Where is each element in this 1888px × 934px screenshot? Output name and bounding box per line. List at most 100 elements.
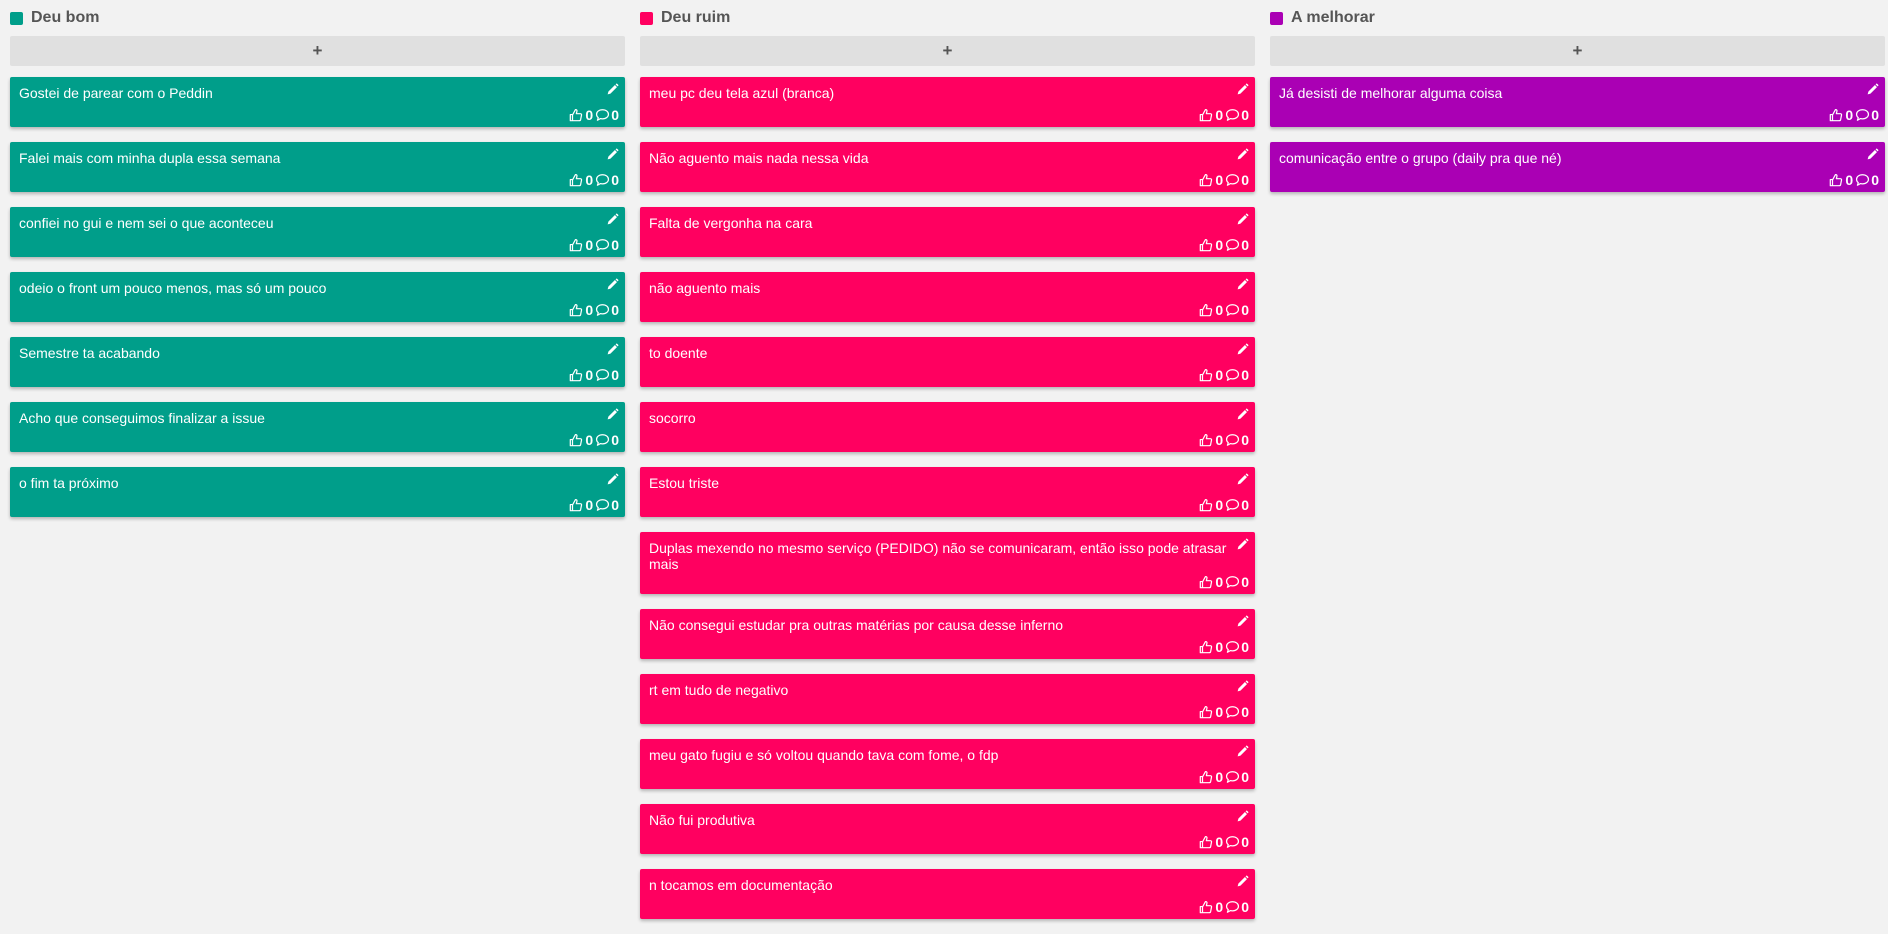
pencil-icon[interactable]: [1236, 278, 1249, 291]
pencil-icon[interactable]: [1236, 343, 1249, 356]
retro-card[interactable]: socorro 0 0: [640, 402, 1255, 452]
comment-icon[interactable]: [595, 108, 610, 122]
comment-icon[interactable]: [1855, 108, 1870, 122]
retro-card[interactable]: n tocamos em documentação 0 0: [640, 869, 1255, 919]
comment-icon[interactable]: [595, 173, 610, 187]
comment-icon[interactable]: [595, 433, 610, 447]
comment-icon[interactable]: [1225, 900, 1240, 914]
comment-icon[interactable]: [1225, 238, 1240, 252]
comment-icon[interactable]: [595, 498, 610, 512]
pencil-icon[interactable]: [1236, 473, 1249, 486]
card-footer: 00: [1199, 497, 1249, 513]
pencil-icon[interactable]: [606, 343, 619, 356]
retro-card[interactable]: Não consegui estudar pra outras matérias…: [640, 609, 1255, 659]
retro-card[interactable]: Estou triste 0 0: [640, 467, 1255, 517]
retro-card[interactable]: Duplas mexendo no mesmo serviço (PEDIDO)…: [640, 532, 1255, 594]
pencil-icon[interactable]: [606, 278, 619, 291]
thumbs-up-icon[interactable]: [1199, 498, 1213, 512]
thumbs-up-icon[interactable]: [1199, 575, 1213, 589]
comment-count: 0: [611, 497, 619, 513]
thumbs-up-icon[interactable]: [569, 108, 583, 122]
pencil-icon[interactable]: [1236, 213, 1249, 226]
thumbs-up-icon[interactable]: [1829, 173, 1843, 187]
thumbs-up-icon[interactable]: [1199, 433, 1213, 447]
thumbs-up-icon[interactable]: [1199, 640, 1213, 654]
comment-icon[interactable]: [1225, 640, 1240, 654]
retro-card[interactable]: comunicação entre o grupo (daily pra que…: [1270, 142, 1885, 192]
thumbs-up-icon[interactable]: [1199, 303, 1213, 317]
comment-icon[interactable]: [1225, 368, 1240, 382]
pencil-icon[interactable]: [1866, 83, 1879, 96]
card-text: Falta de vergonha na cara: [649, 215, 813, 231]
comment-icon[interactable]: [1225, 705, 1240, 719]
comment-icon[interactable]: [1225, 575, 1240, 589]
retro-card[interactable]: meu pc deu tela azul (branca) 0 0: [640, 77, 1255, 127]
retro-card[interactable]: Não fui produtiva 0 0: [640, 804, 1255, 854]
retro-card[interactable]: to doente 0 0: [640, 337, 1255, 387]
comment-count: 0: [1241, 237, 1249, 253]
thumbs-up-icon[interactable]: [569, 368, 583, 382]
retro-card[interactable]: Gostei de parear com o Peddin 0 0: [10, 77, 625, 127]
pencil-icon[interactable]: [1236, 148, 1249, 161]
thumbs-up-icon[interactable]: [1199, 173, 1213, 187]
card-footer: 00: [1199, 769, 1249, 785]
thumbs-up-icon[interactable]: [1199, 770, 1213, 784]
add-card-button[interactable]: +: [10, 36, 625, 66]
comment-icon[interactable]: [1855, 173, 1870, 187]
comment-icon[interactable]: [1225, 433, 1240, 447]
retro-card[interactable]: confiei no gui e nem sei o que aconteceu…: [10, 207, 625, 257]
comment-icon[interactable]: [1225, 498, 1240, 512]
thumbs-up-icon[interactable]: [1199, 108, 1213, 122]
retro-card[interactable]: Falei mais com minha dupla essa semana 0 0: [10, 142, 625, 192]
like-count: 0: [1215, 639, 1224, 655]
pencil-icon[interactable]: [606, 408, 619, 421]
retro-card[interactable]: o fim ta próximo 0 0: [10, 467, 625, 517]
card-text: comunicação entre o grupo (daily pra que…: [1279, 150, 1562, 166]
comment-icon[interactable]: [1225, 770, 1240, 784]
thumbs-up-icon[interactable]: [1199, 368, 1213, 382]
comment-icon[interactable]: [1225, 835, 1240, 849]
comment-icon[interactable]: [595, 368, 610, 382]
add-card-button[interactable]: +: [640, 36, 1255, 66]
card-footer: 00: [569, 172, 619, 188]
comment-icon[interactable]: [1225, 303, 1240, 317]
pencil-icon[interactable]: [606, 473, 619, 486]
pencil-icon[interactable]: [1236, 408, 1249, 421]
thumbs-up-icon[interactable]: [1829, 108, 1843, 122]
pencil-icon[interactable]: [1236, 538, 1249, 551]
pencil-icon[interactable]: [1236, 615, 1249, 628]
pencil-icon[interactable]: [1236, 810, 1249, 823]
card-footer: 00: [569, 302, 619, 318]
pencil-icon[interactable]: [1236, 83, 1249, 96]
retro-card[interactable]: Não aguento mais nada nessa vida 0 0: [640, 142, 1255, 192]
retro-card[interactable]: rt em tudo de negativo 0 0: [640, 674, 1255, 724]
thumbs-up-icon[interactable]: [569, 433, 583, 447]
pencil-icon[interactable]: [606, 83, 619, 96]
retro-card[interactable]: odeio o front um pouco menos, mas só um …: [10, 272, 625, 322]
pencil-icon[interactable]: [1866, 148, 1879, 161]
pencil-icon[interactable]: [1236, 680, 1249, 693]
pencil-icon[interactable]: [606, 148, 619, 161]
thumbs-up-icon[interactable]: [569, 498, 583, 512]
thumbs-up-icon[interactable]: [569, 173, 583, 187]
retro-card[interactable]: Falta de vergonha na cara 0 0: [640, 207, 1255, 257]
pencil-icon[interactable]: [1236, 875, 1249, 888]
add-card-button[interactable]: +: [1270, 36, 1885, 66]
retro-card[interactable]: não aguento mais 0 0: [640, 272, 1255, 322]
thumbs-up-icon[interactable]: [569, 303, 583, 317]
pencil-icon[interactable]: [1236, 745, 1249, 758]
retro-card[interactable]: Acho que conseguimos finalizar a issue 0 0: [10, 402, 625, 452]
pencil-icon[interactable]: [606, 213, 619, 226]
thumbs-up-icon[interactable]: [1199, 238, 1213, 252]
comment-icon[interactable]: [1225, 173, 1240, 187]
retro-card[interactable]: Semestre ta acabando 0 0: [10, 337, 625, 387]
retro-card[interactable]: Já desisti de melhorar alguma coisa 0 0: [1270, 77, 1885, 127]
retro-card[interactable]: meu gato fugiu e só voltou quando tava c…: [640, 739, 1255, 789]
comment-icon[interactable]: [1225, 108, 1240, 122]
comment-icon[interactable]: [595, 303, 610, 317]
thumbs-up-icon[interactable]: [1199, 835, 1213, 849]
thumbs-up-icon[interactable]: [1199, 900, 1213, 914]
thumbs-up-icon[interactable]: [569, 238, 583, 252]
comment-icon[interactable]: [595, 238, 610, 252]
thumbs-up-icon[interactable]: [1199, 705, 1213, 719]
